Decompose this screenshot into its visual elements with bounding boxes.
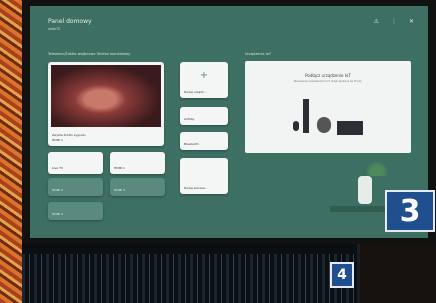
notification-icon[interactable]: ⚠ (374, 18, 379, 25)
bluetooth-label: Bluetooth (184, 142, 199, 146)
hdmi2-label: HDMI 2 (52, 188, 63, 192)
page-subtitle: webOS (48, 27, 61, 31)
settings-icon[interactable]: ⋮ (391, 18, 397, 25)
carpet-pattern (0, 0, 22, 303)
header-icons: ⚠ ⋮ ✕ (374, 18, 414, 25)
inputs-section-title: Telewizor/Źródło wejściowe Telefon komór… (48, 52, 131, 56)
monitor-icon (337, 121, 363, 135)
live-source-sub: HDMI 1 (52, 138, 63, 142)
plus-icon: + (199, 70, 209, 81)
live-source-label: Zwykłe źródło sygnału (52, 133, 86, 137)
vase-decoration (358, 176, 372, 204)
livetv-label: Live TV (52, 166, 63, 170)
hdmi1-label: HDMI 1 (114, 166, 125, 170)
airplay-tile[interactable]: AirPlay (180, 107, 228, 125)
iot-panel-desc: Sterowanie urządzeniami IoT dzięki aplik… (293, 80, 363, 83)
number-badge-3: 3 (385, 190, 435, 232)
add-device-tile[interactable]: + Dodaj urządz... (180, 62, 228, 98)
airplay-label: AirPlay (184, 117, 195, 121)
page-title: Panel domowy (48, 18, 92, 25)
number-badge-3-label: 3 (399, 193, 421, 229)
tv-screen: Panel domowy webOS ⚠ ⋮ ✕ Telewizor/Źródł… (30, 6, 428, 238)
iot-section-title: Urządzenia IoT (245, 52, 271, 56)
live-preview-tile[interactable]: Zwykłe źródło sygnału HDMI 1 (48, 62, 164, 146)
hdmi1-tile[interactable]: HDMI 1 (110, 152, 165, 174)
bottom-photo-stripes (22, 254, 357, 303)
number-badge-4-label: 4 (337, 267, 347, 283)
number-badge-4: 4 (330, 262, 354, 288)
bluetooth-tile[interactable]: Bluetooth (180, 132, 228, 150)
speaker-icon (303, 99, 309, 133)
hdmi2-tile[interactable]: HDMI 2 (48, 178, 103, 196)
hdmi3-tile[interactable]: HDMI 3 (110, 178, 165, 196)
network-device-tile[interactable]: Dodaj sieciow... (180, 158, 228, 194)
hdmi4-label: HDMI 4 (52, 212, 63, 216)
bulb-icon (293, 121, 299, 131)
close-icon[interactable]: ✕ (409, 18, 414, 25)
bottom-photo (22, 244, 357, 303)
livetv-tile[interactable]: Live TV (48, 152, 103, 174)
add-device-label: Dodaj urządz... (184, 90, 207, 94)
hdmi4-tile[interactable]: HDMI 4 (48, 202, 103, 220)
iot-panel[interactable]: Podłącz urządzenie IoT Sterowanie urządz… (245, 61, 411, 153)
plant-decoration (366, 156, 388, 176)
network-device-label: Dodaj sieciow... (184, 186, 208, 190)
bottom-right-photo (360, 244, 436, 303)
hdmi3-label: HDMI 3 (114, 188, 125, 192)
iot-panel-title: Podłącz urządzenie IoT (305, 73, 351, 78)
camera-icon (317, 117, 331, 133)
live-preview-image (51, 65, 161, 127)
